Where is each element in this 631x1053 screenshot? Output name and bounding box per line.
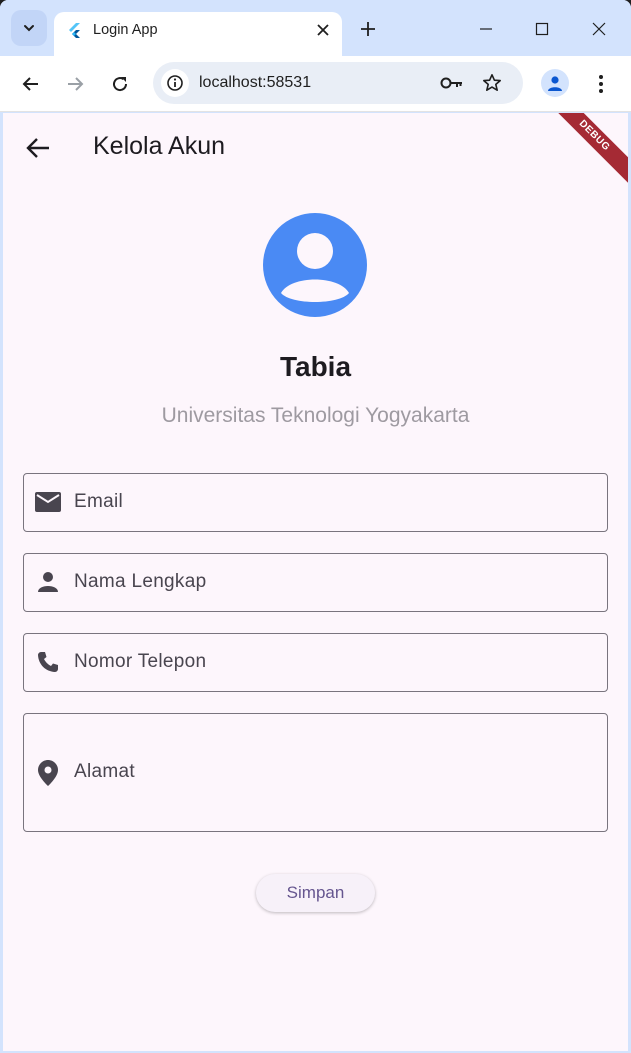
page-title: Kelola Akun (93, 132, 226, 160)
arrow-left-icon (22, 77, 38, 91)
phone-icon (34, 648, 62, 676)
email-label: Email (74, 491, 124, 512)
location-pin-icon (34, 759, 62, 787)
plus-icon (361, 22, 375, 36)
browser-toolbar: localhost:58531 (0, 56, 631, 112)
maximize-icon (535, 22, 549, 36)
person-icon (34, 568, 62, 596)
tab-strip: Login App (0, 0, 631, 56)
phone-field[interactable]: Nomor Telepon (23, 633, 608, 692)
arrow-back-icon (26, 138, 49, 158)
back-button[interactable] (17, 70, 45, 98)
phone-label: Nomor Telepon (74, 651, 207, 672)
chevron-down-icon (24, 25, 34, 32)
mail-icon (34, 488, 62, 516)
appbar-back-button[interactable] (23, 133, 53, 163)
new-tab-button[interactable] (356, 17, 380, 41)
more-vert-icon (599, 75, 603, 93)
reload-button[interactable] (106, 70, 134, 98)
full-name-label: Nama Lengkap (74, 571, 207, 592)
app-page: DEBUG Kelola Akun Tabia Universitas Tekn… (3, 113, 628, 1051)
email-field[interactable]: Email (23, 473, 608, 532)
browser-tab[interactable]: Login App (54, 12, 342, 56)
debug-banner: DEBUG (538, 113, 628, 192)
browser-menu-button[interactable] (589, 70, 613, 98)
address-bar[interactable]: localhost:58531 (153, 62, 523, 104)
save-button[interactable]: Simpan (256, 874, 375, 912)
bookmark-star-icon[interactable] (480, 71, 504, 95)
profile-avatar-icon[interactable] (541, 69, 569, 97)
profile-organization: Universitas Teknologi Yogyakarta (161, 404, 470, 427)
browser-window: Login App localhost:58531 DEBUG Kelola A… (0, 0, 631, 1053)
forward-button[interactable] (61, 70, 89, 98)
flutter-icon (69, 23, 80, 38)
maximize-button[interactable] (530, 17, 554, 41)
tab-search-button[interactable] (11, 10, 47, 46)
close-icon (592, 22, 606, 36)
address-field[interactable]: Alamat (23, 713, 608, 832)
profile-name: Tabia (279, 351, 352, 382)
site-info-icon[interactable] (161, 69, 189, 97)
reload-icon (113, 77, 128, 92)
full-name-field[interactable]: Nama Lengkap (23, 553, 608, 612)
tab-title: Login App (93, 22, 158, 38)
arrow-right-icon (68, 77, 84, 91)
account-circle-icon (263, 213, 367, 317)
address-label: Alamat (74, 761, 135, 782)
close-tab-icon[interactable] (313, 20, 333, 40)
minimize-icon (480, 28, 492, 30)
password-key-icon[interactable] (439, 71, 465, 95)
close-window-button[interactable] (587, 17, 611, 41)
url-text: localhost:58531 (199, 74, 312, 91)
minimize-button[interactable] (474, 17, 498, 41)
